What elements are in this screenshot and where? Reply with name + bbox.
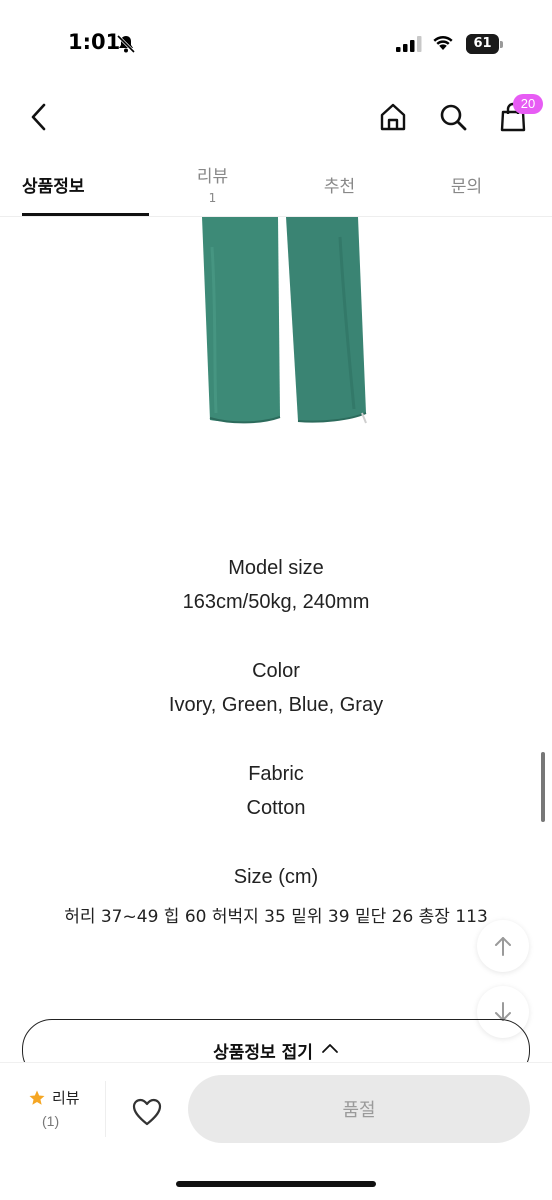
fabric-value: Cotton (246, 797, 306, 819)
battery-icon: 61 (466, 34, 499, 54)
model-size-title: Model size (228, 557, 324, 579)
back-chevron-icon (31, 103, 46, 131)
scrollbar-thumb[interactable] (541, 752, 545, 822)
search-icon (440, 104, 467, 131)
divider (105, 1081, 106, 1137)
battery-percentage: 61 (473, 36, 492, 51)
review-label: 리뷰 (52, 1089, 80, 1107)
bottom-action-bar: 리뷰 (1) 품절 (0, 1062, 552, 1200)
review-count: (1) (42, 1113, 60, 1129)
tab-label: 추천 (323, 177, 356, 197)
arrow-up-icon (495, 937, 511, 956)
fabric-title: Fabric (248, 763, 304, 785)
scroll-to-top-button[interactable] (477, 920, 529, 972)
status-bar: 1:01 61 (0, 0, 552, 90)
signal-icon (396, 36, 422, 52)
cart-count-badge: 20 (513, 94, 543, 114)
tab-review-count: 1 (208, 191, 217, 205)
size-title: Size (cm) (233, 866, 319, 888)
tab-product-info[interactable]: 상품정보 (22, 150, 149, 216)
battery-cap (500, 41, 503, 48)
back-button[interactable] (22, 96, 56, 138)
review-summary[interactable]: 리뷰 (1) (22, 1083, 106, 1139)
status-time: 1:01 (68, 30, 121, 54)
model-size-value: 163cm/50kg, 240mm (182, 591, 370, 613)
search-button[interactable] (434, 96, 472, 138)
tab-reviews[interactable]: 리뷰 1 (149, 150, 276, 216)
home-indicator (176, 1181, 376, 1187)
app-header (0, 90, 552, 146)
size-value: 허리 37~49 힙 60 허벅지 35 밑위 39 밑단 26 총장 113 (64, 907, 488, 927)
tab-label: 상품정보 (22, 177, 85, 197)
tab-recommend[interactable]: 추천 (276, 150, 403, 216)
home-button[interactable] (374, 96, 412, 138)
color-title: Color (252, 660, 300, 682)
home-icon (380, 103, 406, 131)
heart-icon (132, 1098, 162, 1126)
tab-label: 리뷰 (196, 167, 229, 187)
bell-off-icon (116, 34, 136, 54)
product-tabs: 상품정보 리뷰 1 추천 문의 (0, 150, 552, 217)
star-icon (29, 1090, 45, 1105)
tab-label: 문의 (450, 177, 483, 197)
tab-inquiry[interactable]: 문의 (403, 150, 530, 216)
chevron-up-icon (321, 1044, 338, 1053)
color-value: Ivory, Green, Blue, Gray (168, 694, 384, 716)
wishlist-button[interactable] (124, 1089, 170, 1135)
sold-out-button[interactable]: 품절 (188, 1075, 530, 1143)
wifi-icon (433, 36, 453, 50)
product-image (202, 217, 367, 424)
